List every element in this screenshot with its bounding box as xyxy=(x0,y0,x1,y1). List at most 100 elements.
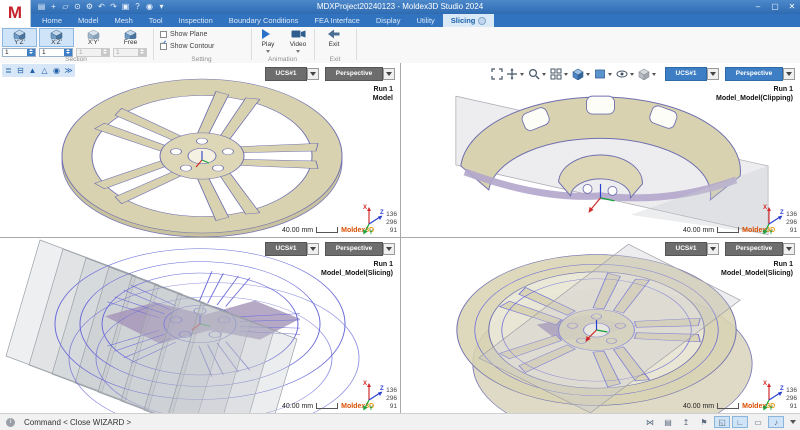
tab-display[interactable]: Display xyxy=(368,14,409,27)
command-prompt[interactable]: Command < Close WIZARD > xyxy=(24,418,131,427)
maximize-button[interactable]: ▢ xyxy=(770,0,780,13)
probe-icon[interactable]: △ xyxy=(39,65,50,76)
projection-caret[interactable] xyxy=(383,68,395,80)
box-select-icon[interactable]: ◱ xyxy=(714,416,730,428)
model-label: Model xyxy=(373,94,393,103)
spinner-arrows-icon[interactable] xyxy=(27,49,35,56)
pan-icon[interactable] xyxy=(505,67,519,80)
shading-mode-icon[interactable] xyxy=(637,67,651,80)
viewport-clipping[interactable]: UCS#1 Perspective Run 1 Model_Model(Clip… xyxy=(401,63,800,237)
chevron-down-icon[interactable] xyxy=(266,50,270,55)
collapse-icon[interactable]: ≫ xyxy=(63,65,74,76)
pick-mode-icon[interactable]: ↥ xyxy=(678,416,694,428)
viewport-model[interactable]: ≣ ⊟ ▲ △ ◉ ≫ UCS#1 Perspective Run 1 Mode… xyxy=(0,63,400,237)
ucs-dropdown[interactable]: UCS#1 xyxy=(265,67,307,81)
projection-dropdown[interactable]: Perspective xyxy=(725,67,783,81)
ucs-caret[interactable] xyxy=(307,68,319,80)
zoom-window-icon[interactable] xyxy=(527,67,541,80)
spinner-arrows-icon[interactable] xyxy=(64,49,72,56)
moldex3d-logo[interactable]: M xyxy=(0,0,31,27)
status-more-caret[interactable] xyxy=(790,420,796,427)
projection-caret[interactable] xyxy=(783,68,795,80)
viewport-slicing-shaded[interactable]: UCS#1 Perspective Run 1 Model_Model(Slic… xyxy=(401,238,800,413)
tab-slicing-active[interactable]: Slicing xyxy=(443,14,495,27)
projection-dropdown[interactable]: Perspective xyxy=(325,242,383,256)
checkbox-checked[interactable] xyxy=(160,31,167,38)
viewport-layout-icon[interactable] xyxy=(549,67,563,80)
qat-more-icon[interactable]: ▾ xyxy=(156,1,167,13)
show-contour-checkbox[interactable]: Show Contour xyxy=(160,43,214,50)
view-cube-icon[interactable] xyxy=(571,67,585,80)
close-button[interactable]: ✕ xyxy=(787,0,797,13)
ucs-dropdown[interactable]: UCS#1 xyxy=(265,242,307,256)
projection-caret[interactable] xyxy=(783,243,795,255)
report-icon[interactable]: ▣ xyxy=(120,1,131,13)
section-view-icon[interactable]: ▲ xyxy=(27,65,38,76)
model-label: Model_Model(Slicing) xyxy=(721,269,793,278)
chevron-down-icon[interactable] xyxy=(296,50,300,55)
scale-bar xyxy=(316,403,338,409)
section-free-button[interactable]: Free xyxy=(113,28,148,47)
ortho-snap-icon[interactable]: ∟ xyxy=(732,416,748,428)
chevron-down-icon[interactable] xyxy=(542,73,546,78)
chevron-down-icon[interactable] xyxy=(630,73,634,78)
region-icon[interactable]: ▭ xyxy=(750,416,766,428)
tab-tool[interactable]: Tool xyxy=(141,14,171,27)
result-list-icon[interactable]: ≣ xyxy=(3,65,14,76)
projection-dropdown[interactable]: Perspective xyxy=(725,242,783,256)
undo-icon[interactable]: ↶ xyxy=(96,1,107,13)
info-icon[interactable]: ◉ xyxy=(51,65,62,76)
show-plane-label: Show Plane xyxy=(170,31,207,38)
lasso-select-icon[interactable]: ⋈ xyxy=(642,416,658,428)
ucs-caret[interactable] xyxy=(707,243,719,255)
projection-caret[interactable] xyxy=(383,243,395,255)
spinner-value: 1 xyxy=(40,49,64,56)
sound-record-icon[interactable]: ♪ xyxy=(768,416,784,428)
chevron-down-icon[interactable] xyxy=(652,73,656,78)
help-icon[interactable]: ? xyxy=(132,1,143,13)
viewport-slicing-wireframe[interactable]: UCS#1 Perspective Run 1 Model_Model(Slic… xyxy=(0,238,400,413)
model-tree-icon[interactable]: ⊟ xyxy=(15,65,26,76)
render-style-icon[interactable] xyxy=(593,67,607,80)
exit-button[interactable]: Exit xyxy=(320,29,348,55)
snapshot-note-icon[interactable]: ▤ xyxy=(660,416,676,428)
spinner-arrows-icon xyxy=(101,49,109,56)
flag-marker-icon[interactable]: ⚑ xyxy=(696,416,712,428)
tab-mesh[interactable]: Mesh xyxy=(106,14,140,27)
ucs-caret[interactable] xyxy=(307,243,319,255)
ucs-caret[interactable] xyxy=(707,68,719,80)
chevron-down-icon[interactable] xyxy=(520,73,524,78)
find-icon[interactable]: ⊙ xyxy=(72,1,83,13)
chevron-down-icon[interactable] xyxy=(608,73,612,78)
ucs-dropdown[interactable]: UCS#1 xyxy=(665,242,707,256)
settings-gear-icon[interactable]: ⚙ xyxy=(84,1,95,13)
viewport-horizontal-divider xyxy=(0,237,800,238)
checkbox-unchecked[interactable] xyxy=(160,43,167,50)
scale-bar xyxy=(717,403,739,409)
tab-boundary-conditions[interactable]: Boundary Conditions xyxy=(221,14,307,27)
tab-fea-interface[interactable]: FEA Interface xyxy=(306,14,367,27)
tab-home[interactable]: Home xyxy=(34,14,70,27)
play-button[interactable]: Play xyxy=(254,29,282,55)
show-plane-checkbox[interactable]: Show Plane xyxy=(160,31,207,38)
section-yz-button[interactable]: Y'Z' xyxy=(2,28,37,47)
tab-utility[interactable]: Utility xyxy=(408,14,442,27)
ucs-dropdown[interactable]: UCS#1 xyxy=(665,67,707,81)
visibility-eye-icon[interactable] xyxy=(615,67,629,80)
fit-all-icon[interactable] xyxy=(490,67,504,80)
chevron-down-icon[interactable] xyxy=(564,73,568,78)
tab-inspection[interactable]: Inspection xyxy=(171,14,221,27)
slicing-tab-close-icon[interactable] xyxy=(478,17,486,25)
tab-model[interactable]: Model xyxy=(70,14,106,27)
minimize-button[interactable]: – xyxy=(753,0,763,13)
section-xy-button[interactable]: X'Y' xyxy=(76,28,111,47)
open-folder-icon[interactable]: ▱ xyxy=(60,1,71,13)
projection-dropdown[interactable]: Perspective xyxy=(325,67,383,81)
snapshot-camera-icon[interactable]: ◉ xyxy=(144,1,155,13)
redo-icon[interactable]: ↷ xyxy=(108,1,119,13)
save-icon[interactable]: ▤ xyxy=(36,1,47,13)
video-button[interactable]: Video xyxy=(284,29,312,55)
new-file-icon[interactable]: + xyxy=(48,1,59,13)
chevron-down-icon[interactable] xyxy=(586,73,590,78)
section-xz-button[interactable]: X'Z' xyxy=(39,28,74,47)
